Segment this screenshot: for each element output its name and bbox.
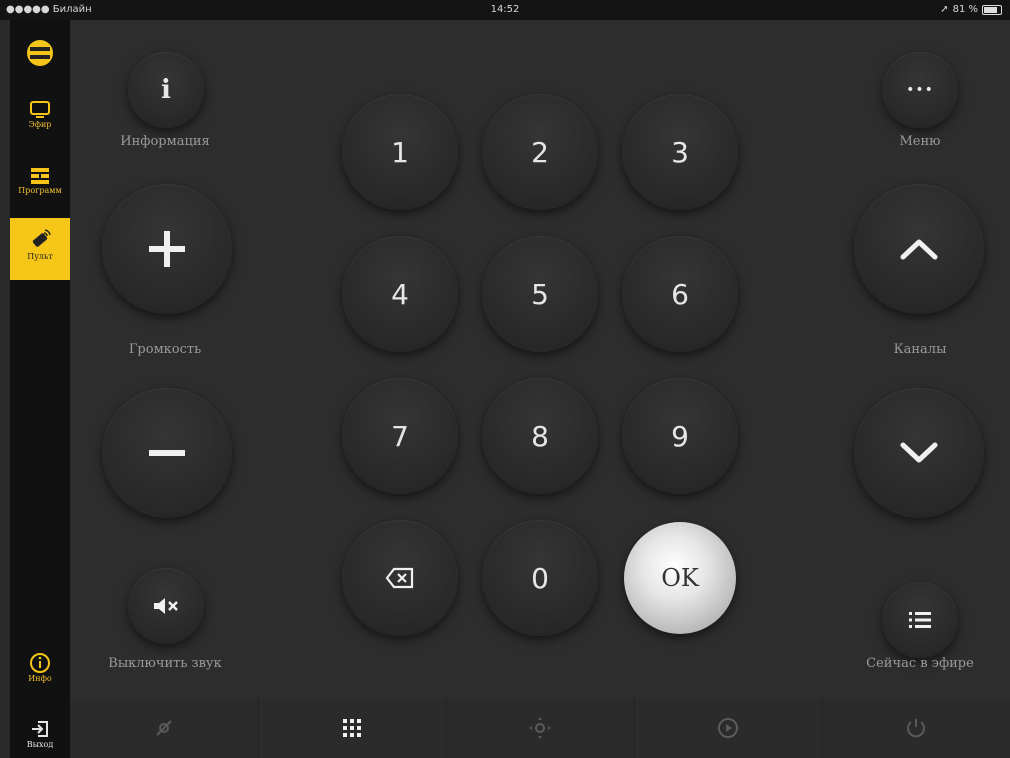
tab-power[interactable] [822, 698, 1010, 758]
sidebar-item-programs[interactable]: Программ [10, 166, 70, 195]
tab-numpad[interactable] [258, 698, 447, 758]
info-label: Информация [120, 134, 210, 149]
key-9-button[interactable]: 9 [622, 378, 738, 494]
key-8-button[interactable]: 8 [482, 378, 598, 494]
remote-panel: i Информация Громкость Выключить звук 1 … [70, 20, 1010, 758]
bottom-tab-bar [70, 698, 1010, 758]
tab-playback[interactable] [634, 698, 823, 758]
battery-percent: 81 % [952, 4, 978, 15]
swipe-icon [156, 720, 172, 736]
info-icon [30, 653, 50, 673]
more-icon: ••• [906, 82, 934, 98]
key-3-button[interactable]: 3 [622, 94, 738, 210]
dpad-icon [529, 717, 551, 739]
key-2-button[interactable]: 2 [482, 94, 598, 210]
remote-icon [32, 229, 51, 247]
info-glyph: i [161, 75, 171, 105]
volume-label: Громкость [128, 342, 202, 357]
key-5-button[interactable]: 5 [482, 236, 598, 352]
sidebar-item-efir[interactable]: Эфир [10, 100, 70, 129]
mute-label: Выключить звук [108, 656, 222, 671]
key-4-button[interactable]: 4 [342, 236, 458, 352]
mute-icon [154, 598, 178, 614]
clock-text: 14:52 [490, 4, 520, 15]
sidebar-item-label: Выход [26, 740, 54, 749]
battery-status: ➚ 81 % [940, 4, 1002, 15]
volume-up-button[interactable] [102, 184, 232, 314]
backspace-icon [385, 567, 414, 589]
menu-icon [27, 40, 53, 66]
power-icon [907, 719, 925, 738]
sidebar-menu-button[interactable] [10, 38, 70, 68]
info-button[interactable]: i [128, 52, 204, 128]
tab-dpad[interactable] [446, 698, 635, 758]
battery-icon [982, 4, 1002, 15]
play-icon [718, 718, 738, 738]
chevron-down-icon [900, 442, 938, 463]
now-on-air-button[interactable] [882, 582, 958, 658]
sidebar-item-info[interactable]: Инфо [10, 652, 70, 683]
channel-up-button[interactable] [854, 184, 984, 314]
now-on-air-label: Сейчас в эфире [866, 656, 974, 671]
key-7-button[interactable]: 7 [342, 378, 458, 494]
status-bar: ●●●●● Билайн 14:52 ➚ 81 % [0, 0, 1010, 20]
sidebar-item-remote[interactable]: Пульт [10, 218, 70, 280]
tv-icon [30, 101, 50, 118]
minus-icon [149, 450, 185, 456]
channel-down-button[interactable] [854, 388, 984, 518]
sidebar-item-label: Эфир [28, 120, 52, 129]
chevron-up-icon [900, 239, 938, 260]
key-0-button[interactable]: 0 [482, 520, 598, 636]
volume-down-button[interactable] [102, 388, 232, 518]
channels-label: Каналы [893, 342, 947, 357]
sidebar-item-label: Инфо [28, 674, 52, 683]
menu-label: Меню [899, 134, 941, 149]
plus-icon [149, 231, 185, 267]
location-icon: ➚ [940, 4, 949, 15]
list-icon [909, 612, 931, 628]
key-6-button[interactable]: 6 [622, 236, 738, 352]
menu-button[interactable]: ••• [882, 52, 958, 128]
backspace-button[interactable] [342, 520, 458, 636]
sidebar-item-label: Пульт [27, 252, 53, 261]
sidebar-item-exit[interactable]: Выход [10, 718, 70, 749]
sidebar-item-label: Программ [18, 186, 62, 195]
program-icon [31, 168, 49, 184]
tab-swipe[interactable] [70, 698, 259, 758]
exit-icon [32, 721, 48, 737]
sidebar: Эфир Программ Пульт Инфо Выход [10, 20, 70, 758]
key-1-button[interactable]: 1 [342, 94, 458, 210]
ok-button[interactable]: OK [624, 522, 736, 634]
numpad-icon [343, 719, 361, 737]
mute-button[interactable] [128, 568, 204, 644]
